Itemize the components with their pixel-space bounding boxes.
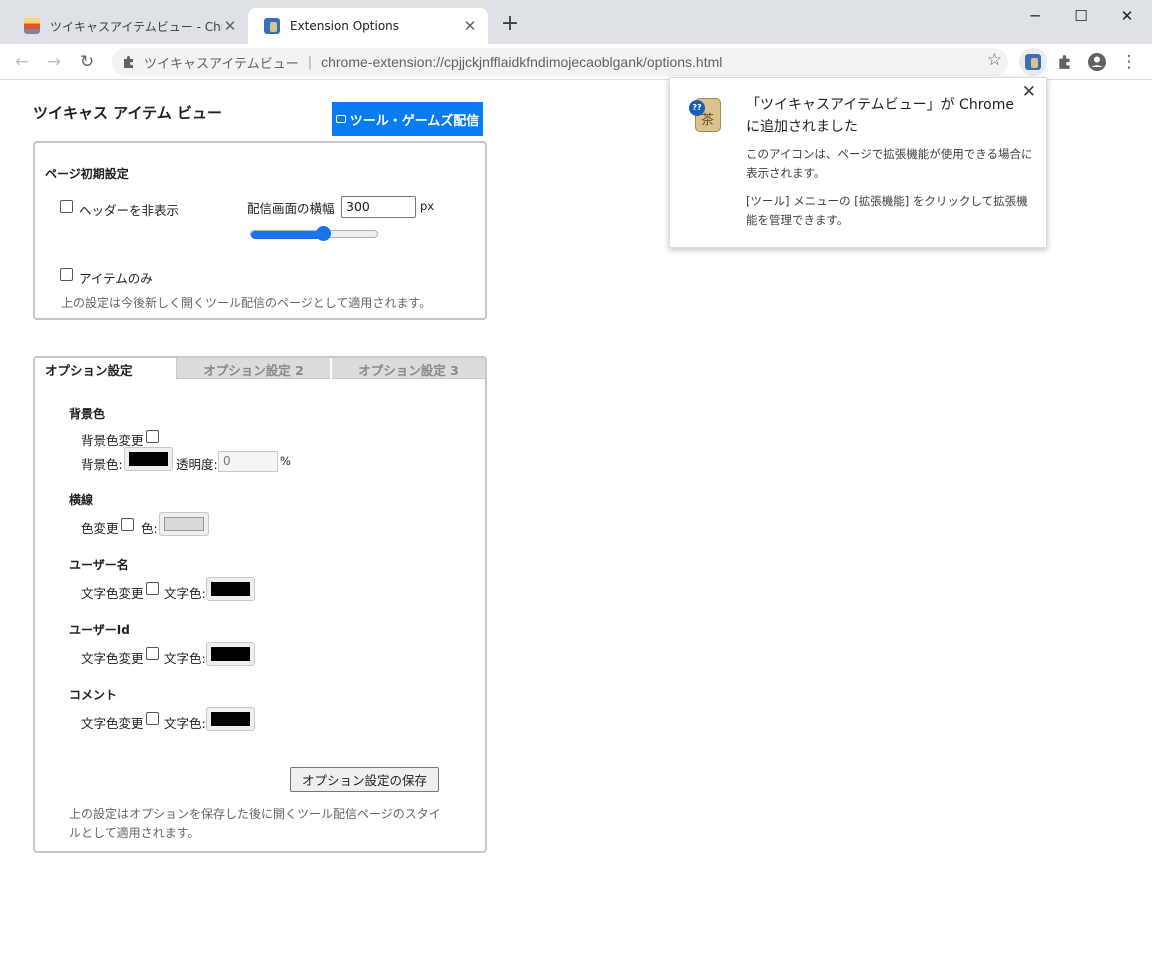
user-name-heading: ユーザー名 xyxy=(69,558,129,572)
width-slider[interactable] xyxy=(250,230,378,239)
items-only-label: アイテムのみ xyxy=(79,271,153,286)
monitor-icon xyxy=(335,115,346,123)
popup-description-2: [ツール] メニューの [拡張機能] をクリックして拡張機能を管理できます。 xyxy=(746,194,1028,227)
user-name-change-checkbox[interactable] xyxy=(146,582,159,595)
popup-close-icon[interactable]: ✕ xyxy=(1022,82,1036,102)
line-color-picker[interactable] xyxy=(159,512,209,536)
line-heading: 横線 xyxy=(69,493,94,507)
line-color-label: 色: xyxy=(141,521,158,536)
user-name-color-label: 文字色: xyxy=(164,586,206,601)
popup-description-1: このアイコンは、ページで拡張機能が使用できる場合に表示されます。 xyxy=(746,147,1033,180)
extension-action-button[interactable] xyxy=(1019,48,1047,76)
tab-strip: ツイキャスアイテムビュー - Chrome ウェブストア ✕ Extension… xyxy=(0,0,1152,44)
comment-color-picker[interactable] xyxy=(206,707,255,731)
browser-menu-icon[interactable]: ⋮ xyxy=(1117,50,1141,74)
user-id-heading: ユーザーId xyxy=(69,623,130,637)
items-only-checkbox[interactable] xyxy=(60,268,73,281)
width-slider-thumb[interactable] xyxy=(316,226,331,241)
width-unit: px xyxy=(420,199,435,213)
tab-chrome-webstore[interactable]: ツイキャスアイテムビュー - Chrome ウェブストア ✕ xyxy=(8,8,248,44)
hide-header-label: ヘッダーを非表示 xyxy=(79,203,180,218)
user-id-color-label: 文字色: xyxy=(164,651,206,666)
tab-title: Extension Options xyxy=(290,19,400,33)
extension-logo-icon: ?? xyxy=(689,94,723,134)
bookmark-star-icon[interactable]: ☆ xyxy=(987,50,1002,70)
user-id-color-picker[interactable] xyxy=(206,642,255,666)
initial-settings-panel: ページ初期設定 ヘッダーを非表示 配信画面の横幅 300 px アイテムのみ 上… xyxy=(33,141,487,320)
line-change-label: 色変更 xyxy=(81,521,119,536)
width-input[interactable]: 300 xyxy=(341,196,416,218)
back-icon[interactable]: ← xyxy=(10,50,34,74)
comment-color-label: 文字色: xyxy=(164,716,206,731)
user-id-change-checkbox[interactable] xyxy=(146,647,159,660)
reload-icon[interactable]: ↻ xyxy=(75,50,99,74)
tab-title: ツイキャスアイテムビュー - Chrome ウェブストア xyxy=(50,19,222,34)
option-settings-note: 上の設定はオプションを保存した後に開くツール配信ページのスタイルとして適用されま… xyxy=(69,807,441,840)
extensions-puzzle-icon[interactable] xyxy=(1053,50,1077,74)
tab-extension-options[interactable]: Extension Options ✕ xyxy=(248,8,488,44)
comment-heading: コメント xyxy=(69,688,118,702)
url-text[interactable]: chrome-extension://cpjjckjnfflaidkfndimo… xyxy=(321,54,722,70)
extension-favicon-icon xyxy=(264,18,280,34)
hide-header-checkbox[interactable] xyxy=(60,200,73,213)
close-tab-icon[interactable]: ✕ xyxy=(222,17,238,35)
url-separator: | xyxy=(307,54,313,70)
twitcasting-favicon-icon xyxy=(24,18,40,34)
close-tab-icon[interactable]: ✕ xyxy=(462,17,478,35)
tab-option-settings-2[interactable]: オプション設定 2 xyxy=(176,358,330,379)
broadcast-button-label: ツール・ゲームズ配信 xyxy=(349,113,480,129)
tab-option-settings-3[interactable]: オプション設定 3 xyxy=(332,358,485,379)
extension-name: ツイキャスアイテムビュー xyxy=(144,56,299,72)
user-name-color-picker[interactable] xyxy=(206,577,255,601)
initial-settings-heading: ページ初期設定 xyxy=(45,167,129,181)
broadcast-button[interactable]: ツール・ゲームズ配信 xyxy=(332,102,483,136)
popup-title: 「ツイキャスアイテムビュー」が Chrome に追加されました xyxy=(746,97,1014,135)
bg-change-checkbox[interactable] xyxy=(146,430,159,443)
extension-favicon-icon xyxy=(1025,54,1041,70)
width-label: 配信画面の横幅 xyxy=(247,201,335,216)
tab-option-settings-1[interactable]: オプション設定 xyxy=(35,358,176,379)
extension-added-popup: ?? 「ツイキャスアイテムビュー」が Chrome に追加されました ✕ このア… xyxy=(669,77,1047,248)
new-tab-icon[interactable]: + xyxy=(500,13,520,35)
address-bar[interactable]: ツイキャスアイテムビュー | chrome-extension://cpjjck… xyxy=(112,48,1008,76)
option-tabs: オプション設定 オプション設定 2 オプション設定 3 xyxy=(35,358,485,379)
option-settings-panel: オプション設定 オプション設定 2 オプション設定 3 背景色 背景色変更 背景… xyxy=(33,356,487,853)
page-title: ツイキャス アイテム ビュー xyxy=(33,104,222,122)
user-id-change-label: 文字色変更 xyxy=(81,651,144,666)
forward-icon[interactable]: → xyxy=(42,50,66,74)
user-name-change-label: 文字色変更 xyxy=(81,586,144,601)
maximize-icon[interactable]: ☐ xyxy=(1058,4,1104,28)
comment-change-checkbox[interactable] xyxy=(146,712,159,725)
browser-toolbar: ← → ↻ ツイキャスアイテムビュー | chrome-extension://… xyxy=(0,44,1152,80)
profile-avatar-icon[interactable] xyxy=(1085,50,1109,74)
bg-color-heading: 背景色 xyxy=(69,407,106,421)
save-options-button[interactable]: オプション設定の保存 xyxy=(290,767,439,792)
bg-color-picker[interactable] xyxy=(124,447,173,471)
minimize-icon[interactable]: ─ xyxy=(1012,4,1058,28)
opacity-input[interactable]: 0 xyxy=(218,451,278,472)
bg-color-label: 背景色: xyxy=(81,457,123,472)
line-change-checkbox[interactable] xyxy=(121,518,134,531)
comment-change-label: 文字色変更 xyxy=(81,716,144,731)
width-slider-fill xyxy=(251,231,324,239)
opacity-label: 透明度: xyxy=(176,457,218,472)
opacity-unit: % xyxy=(280,454,291,468)
close-window-icon[interactable]: ✕ xyxy=(1104,4,1150,28)
initial-settings-note: 上の設定は今後新しく開くツール配信のページとして適用されます。 xyxy=(61,296,432,310)
puzzle-icon xyxy=(124,56,133,68)
